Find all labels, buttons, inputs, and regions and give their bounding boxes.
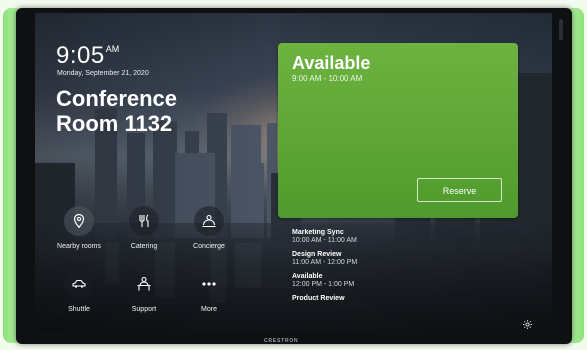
support-person-icon <box>137 276 151 291</box>
room-status-card: Available 9:00 AM - 10:00 AM Reserve <box>278 43 518 218</box>
location-pin-icon <box>73 213 85 229</box>
nearby-rooms-tile[interactable]: Nearby rooms <box>49 206 109 258</box>
shuttle-tile[interactable]: Shuttle <box>49 269 109 321</box>
status-title: Available <box>292 53 371 73</box>
concierge-tile[interactable]: Concierge <box>179 206 239 258</box>
tile-label: Support <box>131 306 157 313</box>
concierge-bell-icon <box>202 214 216 228</box>
agenda-item[interactable]: Product Review <box>292 295 412 302</box>
gear-icon[interactable] <box>522 319 533 330</box>
agenda-item-time: 10:00 AM - 11:00 AM <box>292 237 357 244</box>
tile-label: Catering <box>130 243 158 250</box>
agenda-item[interactable]: Available 12:00 PM - 1:00 PM <box>292 273 412 288</box>
tile-label: Nearby rooms <box>57 243 101 250</box>
more-dots-icon <box>202 282 216 286</box>
status-time-range: 9:00 AM - 10:00 AM <box>292 74 363 83</box>
agenda-item-time: 12:00 PM - 1:00 PM <box>292 281 355 288</box>
agenda-item[interactable]: Design Review 11:00 AM - 12:00 PM <box>292 251 412 266</box>
agenda-item-time: 11:00 AM - 12:00 PM <box>292 259 358 266</box>
reserve-button[interactable]: Reserve <box>417 178 502 202</box>
tile-label: Concierge <box>193 243 225 250</box>
car-icon <box>72 279 86 288</box>
agenda-item[interactable]: Marketing Sync 10:00 AM - 11:00 AM <box>292 229 412 244</box>
brand-logo: CRESTRON <box>264 338 299 344</box>
more-tile[interactable]: More <box>179 269 239 321</box>
support-tile[interactable]: Support <box>114 269 174 321</box>
agenda-item-title: Product Review <box>292 295 345 302</box>
agenda-item-title: Marketing Sync <box>292 229 344 236</box>
tile-label: More <box>201 306 217 313</box>
tile-label: Shuttle <box>68 306 90 313</box>
agenda-list[interactable]: Marketing Sync 10:00 AM - 11:00 AM Desig… <box>292 229 412 317</box>
camera-sensor <box>559 19 563 40</box>
fork-knife-icon <box>139 214 149 227</box>
agenda-item-title: Design Review <box>292 251 342 258</box>
agenda-item-title: Available <box>292 273 323 280</box>
catering-tile[interactable]: Catering <box>114 206 174 258</box>
